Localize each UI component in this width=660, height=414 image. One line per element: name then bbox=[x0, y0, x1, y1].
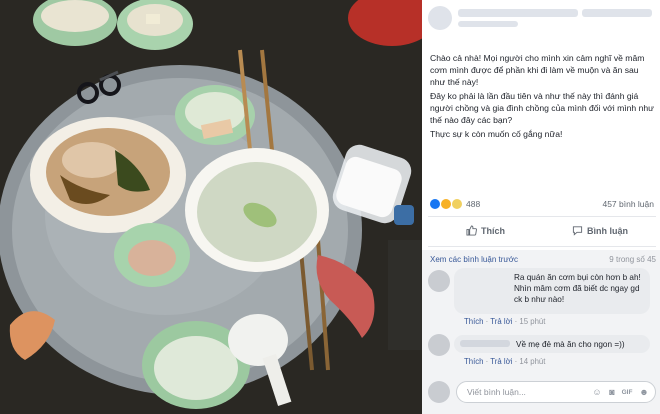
comment-meta: Thích · Trả lời · 15 phút bbox=[464, 317, 546, 326]
comment-time: 15 phút bbox=[519, 317, 546, 326]
divider bbox=[428, 216, 656, 217]
speech-bubble-icon bbox=[572, 226, 583, 236]
post-photo[interactable] bbox=[0, 0, 422, 414]
comment-reply-link[interactable]: Trả lời bbox=[490, 317, 512, 326]
comments-of-count: 9 trong số 45 bbox=[609, 255, 656, 264]
comment-reply-link[interactable]: Trả lời bbox=[490, 357, 512, 366]
reaction-summary[interactable]: 488 457 bình luận bbox=[430, 198, 656, 212]
comment-text: Về mẹ đẻ mà ăn cho ngon =)) bbox=[516, 340, 625, 349]
thumbs-up-icon bbox=[466, 225, 477, 236]
like-button[interactable]: Thích bbox=[466, 225, 505, 236]
meal-tray-illustration bbox=[0, 0, 422, 414]
comments-section: Xem các bình luận trước 9 trong số 45 Ra… bbox=[422, 250, 660, 414]
comment-meta: Thích · Trả lời · 14 phút bbox=[464, 357, 546, 366]
camera-icon[interactable]: ◙ bbox=[606, 386, 618, 398]
post-time-redacted bbox=[458, 21, 518, 27]
post-text: Chào cả nhà! Mọi người cho mình xin cảm … bbox=[430, 52, 656, 142]
screenshot-stage: Chào cả nhà! Mọi người cho mình xin cảm … bbox=[0, 0, 660, 414]
like-reaction-icon bbox=[430, 198, 440, 209]
post-line-2: Đây ko phải là lần đầu tiên và như thế n… bbox=[430, 91, 654, 125]
smiley-icon[interactable]: ☺ bbox=[591, 386, 603, 398]
like-label: Thích bbox=[481, 225, 505, 236]
author-name-redacted[interactable] bbox=[458, 9, 578, 17]
divider bbox=[428, 246, 656, 247]
spoon bbox=[228, 314, 288, 366]
comment-time: 14 phút bbox=[519, 357, 546, 366]
comment-count[interactable]: 457 bình luận bbox=[602, 199, 654, 209]
current-user-avatar bbox=[428, 381, 450, 403]
post-header bbox=[422, 0, 660, 34]
haha-reaction-icon bbox=[441, 198, 451, 209]
post-line-3: Thực sự k còn muốn cố gắng nữa! bbox=[430, 129, 563, 139]
sticker-icon[interactable]: ☻ bbox=[638, 386, 650, 398]
post-line-1: Chào cả nhà! Mọi người cho mình xin cảm … bbox=[430, 53, 645, 87]
action-bar: Thích Bình luận bbox=[422, 222, 660, 242]
comment-bubble: Ra quán ăn cơm bụi còn hơn b ah! Nhìn mâ… bbox=[454, 268, 650, 314]
view-previous-comments-link[interactable]: Xem các bình luận trước bbox=[430, 255, 518, 264]
commenter-avatar[interactable] bbox=[428, 270, 450, 292]
commenter-name-redacted[interactable] bbox=[460, 340, 510, 347]
reaction-count[interactable]: 488 bbox=[466, 199, 480, 209]
comment-like-link[interactable]: Thích bbox=[464, 357, 484, 366]
comment-like-link[interactable]: Thích bbox=[464, 317, 484, 326]
commenter-avatar[interactable] bbox=[428, 334, 450, 356]
header-extra-redacted bbox=[582, 9, 652, 17]
comment-input-box[interactable]: ☺ ◙ GIF ☻ bbox=[456, 381, 656, 403]
comment-text: Ra quán ăn cơm bụi còn hơn b ah! Nhìn mâ… bbox=[514, 273, 641, 304]
sad-reaction-icon bbox=[452, 198, 462, 209]
comment-button[interactable]: Bình luận bbox=[572, 225, 628, 236]
gif-icon[interactable]: GIF bbox=[621, 386, 633, 398]
facebook-post-panel: Chào cả nhà! Mọi người cho mình xin cảm … bbox=[422, 0, 660, 414]
author-avatar[interactable] bbox=[428, 6, 452, 30]
comment-input[interactable] bbox=[465, 386, 589, 398]
comment-label: Bình luận bbox=[587, 225, 628, 236]
